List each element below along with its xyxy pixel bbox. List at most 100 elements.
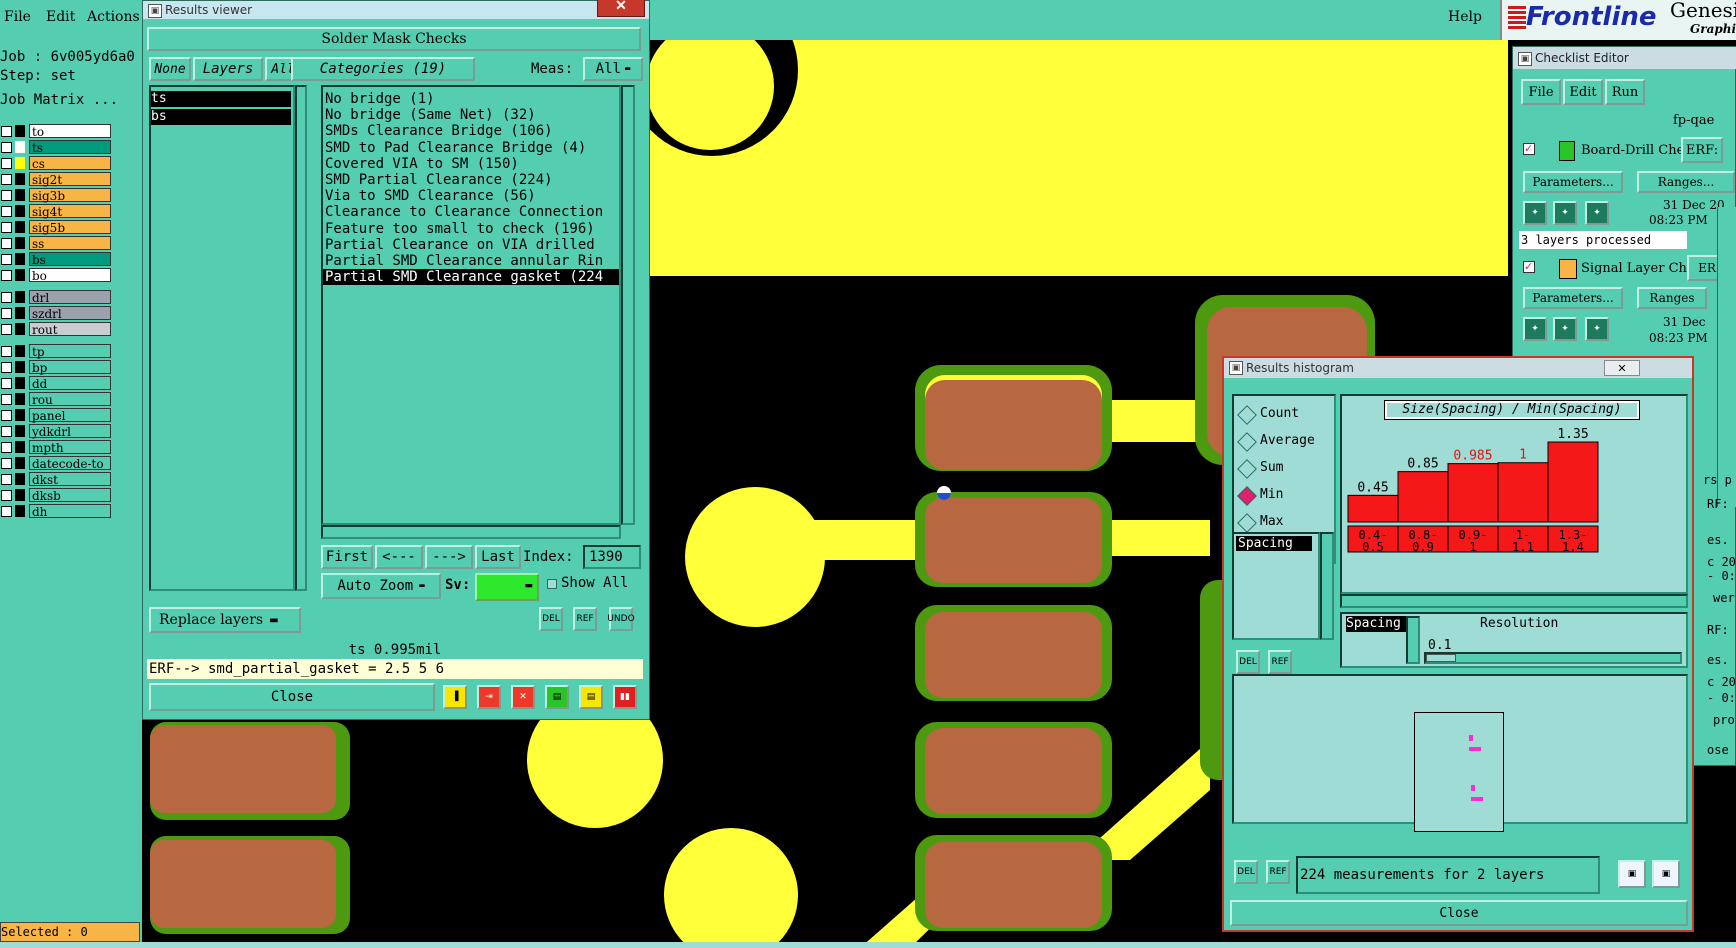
category-item[interactable]: Covered VIA to SM (150) [323,156,619,172]
resolution-slider[interactable] [1424,652,1682,664]
layer-row[interactable]: datecode-to [0,456,112,471]
layer-row[interactable]: cs [0,156,112,171]
run-icon[interactable]: ✦ [1523,201,1547,225]
layer-checkbox[interactable] [1,292,12,303]
checklist-file-menu[interactable]: File [1521,79,1561,105]
categories-vscrollbar[interactable] [621,85,635,525]
layer-row[interactable]: sig3b [0,188,112,203]
parameters-button-2[interactable]: Parameters... [1523,287,1623,309]
last-button[interactable]: Last [475,545,521,569]
axis-measure-item[interactable]: Spacing [1346,616,1408,632]
category-item[interactable]: SMD to Pad Clearance Bridge (4) [323,140,619,156]
layer-row[interactable]: to [0,124,112,139]
layer-checkbox[interactable] [1,458,12,469]
erf-button[interactable]: ERF: [1681,137,1723,163]
layer-checkbox[interactable] [1,506,12,517]
run-icon[interactable]: ✦ [1553,317,1577,341]
run-icon[interactable]: ✦ [1585,201,1609,225]
histogram-icon[interactable]: ▮▮ [613,685,637,709]
item2-checkbox[interactable]: ✓ [1523,261,1535,273]
layer-checkbox[interactable] [1,362,12,373]
layer-checkbox[interactable] [1,490,12,501]
undo-icon[interactable]: UNDO [607,607,635,631]
category-item[interactable]: SMD Partial Clearance (224) [323,172,619,188]
preview-thumbnail[interactable] [1414,712,1504,832]
checklist-run-menu[interactable]: Run [1605,79,1645,105]
layer-checkbox[interactable] [1,346,12,357]
layer-row[interactable]: mpth [0,440,112,455]
layer-checkbox[interactable] [1,238,12,249]
auto-zoom-dropdown[interactable]: Auto Zoom ▬ [321,573,441,599]
layer-checkbox[interactable] [1,158,12,169]
ranges-button-2[interactable]: Ranges [1637,287,1707,309]
replace-layers-dropdown[interactable]: Replace layers ▬ [149,607,301,633]
layer-checkbox[interactable] [1,410,12,421]
close-icon[interactable]: ✕ [1604,360,1640,376]
layer-checkbox[interactable] [1,442,12,453]
menu-file[interactable]: File [4,9,31,25]
layer-checkbox[interactable] [1,222,12,233]
crossed-box-icon[interactable]: ✕ [511,685,535,709]
checklist-edit-menu[interactable]: Edit [1563,79,1603,105]
del-icon[interactable]: DEL [1234,860,1258,884]
ranges-button[interactable]: Ranges... [1637,171,1735,193]
category-item[interactable]: Via to SMD Clearance (56) [323,188,619,204]
histogram-bar[interactable] [1447,463,1499,523]
histogram-bar[interactable] [1547,441,1599,523]
layer-row[interactable]: sig5b [0,220,112,235]
exit-icon[interactable]: ⇥ [477,685,501,709]
layers-button[interactable]: Layers [193,57,263,81]
layer-row[interactable]: sig2t [0,172,112,187]
menu-help[interactable]: Help [1448,9,1482,25]
layer-row[interactable]: rou [0,392,112,407]
close-icon[interactable]: ✕ [597,0,645,17]
del-icon[interactable]: DEL [1236,650,1260,674]
layer-row[interactable]: ts [0,140,112,155]
layer-checkbox[interactable] [1,394,12,405]
results-viewer-titlebar[interactable]: ▣ Results viewer [143,1,649,19]
layer-row[interactable]: sig4t [0,204,112,219]
layer-row[interactable]: tp [0,344,112,359]
category-item[interactable]: No bridge (1) [323,91,619,107]
job-matrix-button[interactable]: Job Matrix ... [0,92,140,108]
zoom-icon[interactable]: ▣ [1652,860,1680,888]
histogram-bar[interactable] [1397,471,1449,523]
measure-list[interactable]: Spacing [1232,532,1320,640]
layer-list-item[interactable]: bs [151,109,291,125]
categories-hscrollbar[interactable] [321,525,621,539]
layer-checkbox[interactable] [1,190,12,201]
run-icon[interactable]: ✦ [1523,317,1547,341]
layer-row[interactable]: bs [0,252,112,267]
ref-icon[interactable]: REF [573,607,597,631]
menu-actions[interactable]: Actions [87,9,140,25]
categories-list[interactable]: No bridge (1) No bridge (Same Net) (32) SM… [321,85,621,525]
show-all-checkbox[interactable] [547,579,557,589]
flag-icon[interactable]: ▐ [443,685,467,709]
histogram-close-button[interactable]: Close [1230,900,1688,926]
ref-icon[interactable]: REF [1266,860,1290,884]
categories-button[interactable]: Categories (19) [291,57,475,81]
category-item[interactable]: Feature too small to check (196) [323,221,619,237]
layer-checkbox[interactable] [1,426,12,437]
layer-row[interactable]: dh [0,504,112,519]
green-note-icon[interactable]: ▤ [545,685,569,709]
first-button[interactable]: First [321,545,373,569]
next-button[interactable]: ---> [425,545,473,569]
notepad-icon[interactable]: ▤ [579,685,603,709]
layer-row[interactable]: dksb [0,488,112,503]
layer-list-scrollbar[interactable] [295,85,307,591]
close-button[interactable]: Close [149,683,435,711]
layer-row[interactable]: bp [0,360,112,375]
histogram-bar[interactable] [1497,462,1549,523]
run-icon[interactable]: ✦ [1585,317,1609,341]
checklist-titlebar[interactable]: ▣ Checklist Editor [1513,47,1736,69]
category-item[interactable]: Partial Clearance on VIA drilled [323,237,619,253]
radio-button[interactable] [1237,513,1257,533]
layer-row[interactable]: panel [0,408,112,423]
histogram-bar[interactable] [1347,494,1399,523]
chart-hscrollbar[interactable] [1340,594,1688,608]
ref-icon[interactable]: REF [1268,650,1292,674]
measure-list-item[interactable]: Spacing [1236,536,1312,551]
category-item[interactable]: Partial SMD Clearance annular Rin [323,253,619,269]
layer-row[interactable]: dkst [0,472,112,487]
